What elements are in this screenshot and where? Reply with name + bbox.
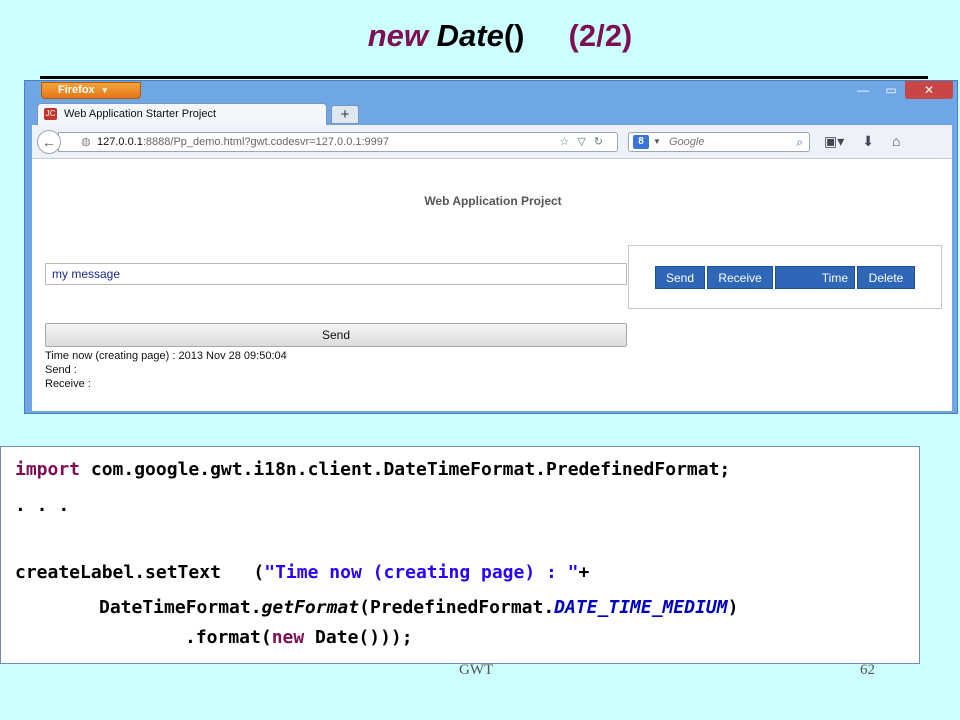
search-placeholder: Google <box>669 136 705 148</box>
search-engine-dropdown-icon[interactable]: ▼ <box>653 133 661 151</box>
title-date: Date <box>436 18 504 53</box>
title-rule <box>40 76 928 79</box>
settext-call: createLabel.setText ( <box>15 562 265 583</box>
code-line-settext: createLabel.setText ("Time now (creating… <box>15 562 589 583</box>
toolbar-icons: ▣▾ ⬇ ⌂ <box>824 133 900 150</box>
bookmarks-icon[interactable]: ▣▾ <box>824 133 844 150</box>
plus-icon: + <box>340 106 350 123</box>
url-text: 127.0.0.1:8888/Pp_demo.html?gwt.codesvr=… <box>97 133 389 151</box>
code-line-format: .format(new Date())); <box>185 627 413 648</box>
class-name: DateTimeFormat. <box>99 597 262 618</box>
keyword-import: import <box>15 459 81 480</box>
download-icon[interactable]: ⬇ <box>862 133 874 150</box>
url-host: 127.0.0.1 <box>97 136 143 148</box>
plus-operator: + <box>578 562 590 583</box>
predefined-format: (PredefinedFormat. <box>359 597 555 618</box>
slide-title: new Date() (2/2) <box>0 18 960 54</box>
send-status-label: Send : <box>45 364 77 376</box>
chevron-down-icon: ▼ <box>100 86 109 95</box>
home-icon[interactable]: ⌂ <box>892 133 900 150</box>
window-controls: — ▭ ✕ <box>849 81 953 101</box>
button-panel: Send Receive Time Delete <box>628 245 942 309</box>
app-title: Web Application Project <box>424 194 562 208</box>
keyword-new: new <box>271 627 305 648</box>
time-now-label: Time now (creating page) : 2013 Nov 28 0… <box>45 350 287 362</box>
star-icon[interactable]: ☆ <box>559 136 577 148</box>
dropdown-icon[interactable]: ▽ <box>577 136 593 148</box>
receive-button[interactable]: Receive <box>707 266 773 289</box>
title-parens: () <box>503 18 525 53</box>
url-path: :8888/Pp_demo.html?gwt.codesvr=127.0.0.1… <box>142 136 390 148</box>
method-getformat: getFormat <box>261 597 360 618</box>
button-row: Send Receive Time Delete <box>655 266 915 289</box>
string-literal: "Time now (creating page) : " <box>264 562 579 583</box>
firefox-button-label: Firefox <box>58 84 95 96</box>
browser-window: Firefox ▼ — ▭ ✕ JC Web Application Starte… <box>24 80 958 414</box>
page-number: 62 <box>860 662 875 678</box>
globe-icon: ◍ <box>81 136 91 148</box>
format-call: .format( <box>185 627 272 648</box>
firefox-menu-button[interactable]: Firefox ▼ <box>41 82 141 99</box>
search-icon[interactable]: ⌕ <box>796 133 803 151</box>
new-tab-button[interactable]: + <box>331 105 359 124</box>
receive-status-label: Receive : <box>45 378 91 390</box>
title-new: new <box>367 18 429 53</box>
maximize-icon[interactable]: ▭ <box>877 81 905 99</box>
reload-icon[interactable]: ↻ <box>594 136 611 148</box>
back-button[interactable]: ← <box>37 130 61 154</box>
title-counter: (2/2) <box>568 18 633 53</box>
code-line-ellipsis: . . . <box>15 495 70 516</box>
send-wide-button[interactable]: Send <box>45 323 627 347</box>
delete-button[interactable]: Delete <box>857 266 915 289</box>
message-input[interactable]: my message <box>45 263 627 285</box>
page-content: Web Application Project my message Send … <box>32 159 952 411</box>
import-path: com.google.gwt.i18n.client.DateTimeForma… <box>80 459 731 480</box>
tab-web-application[interactable]: JC Web Application Starter Project <box>37 103 327 125</box>
google-icon: 8 <box>633 135 649 149</box>
time-button[interactable]: Time <box>775 266 855 289</box>
minimize-icon[interactable]: — <box>849 81 877 99</box>
code-line-import: import com.google.gwt.i18n.client.DateTi… <box>15 459 730 480</box>
close-paren: ) <box>727 597 739 618</box>
back-icon: ← <box>42 134 56 150</box>
url-bar-icons: ☆▽↻ <box>559 133 611 151</box>
footer-label: GWT <box>459 662 494 678</box>
tab-title: Web Application Starter Project <box>64 108 217 120</box>
favicon-icon: JC <box>44 108 57 120</box>
navigation-bar: ◍ 127.0.0.1:8888/Pp_demo.html?gwt.codesv… <box>32 125 952 159</box>
field-date-time-medium: DATE_TIME_MEDIUM <box>554 597 728 618</box>
url-bar[interactable]: ◍ 127.0.0.1:8888/Pp_demo.html?gwt.codesv… <box>58 132 618 152</box>
code-box: import com.google.gwt.i18n.client.DateTi… <box>0 446 920 664</box>
code-line-getformat: DateTimeFormat.getFormat(PredefinedForma… <box>99 597 738 618</box>
close-icon[interactable]: ✕ <box>905 81 953 99</box>
search-bar[interactable]: 8 ▼ Google ⌕ <box>628 132 810 152</box>
date-constructor: Date())); <box>304 627 413 648</box>
send-button[interactable]: Send <box>655 266 705 289</box>
